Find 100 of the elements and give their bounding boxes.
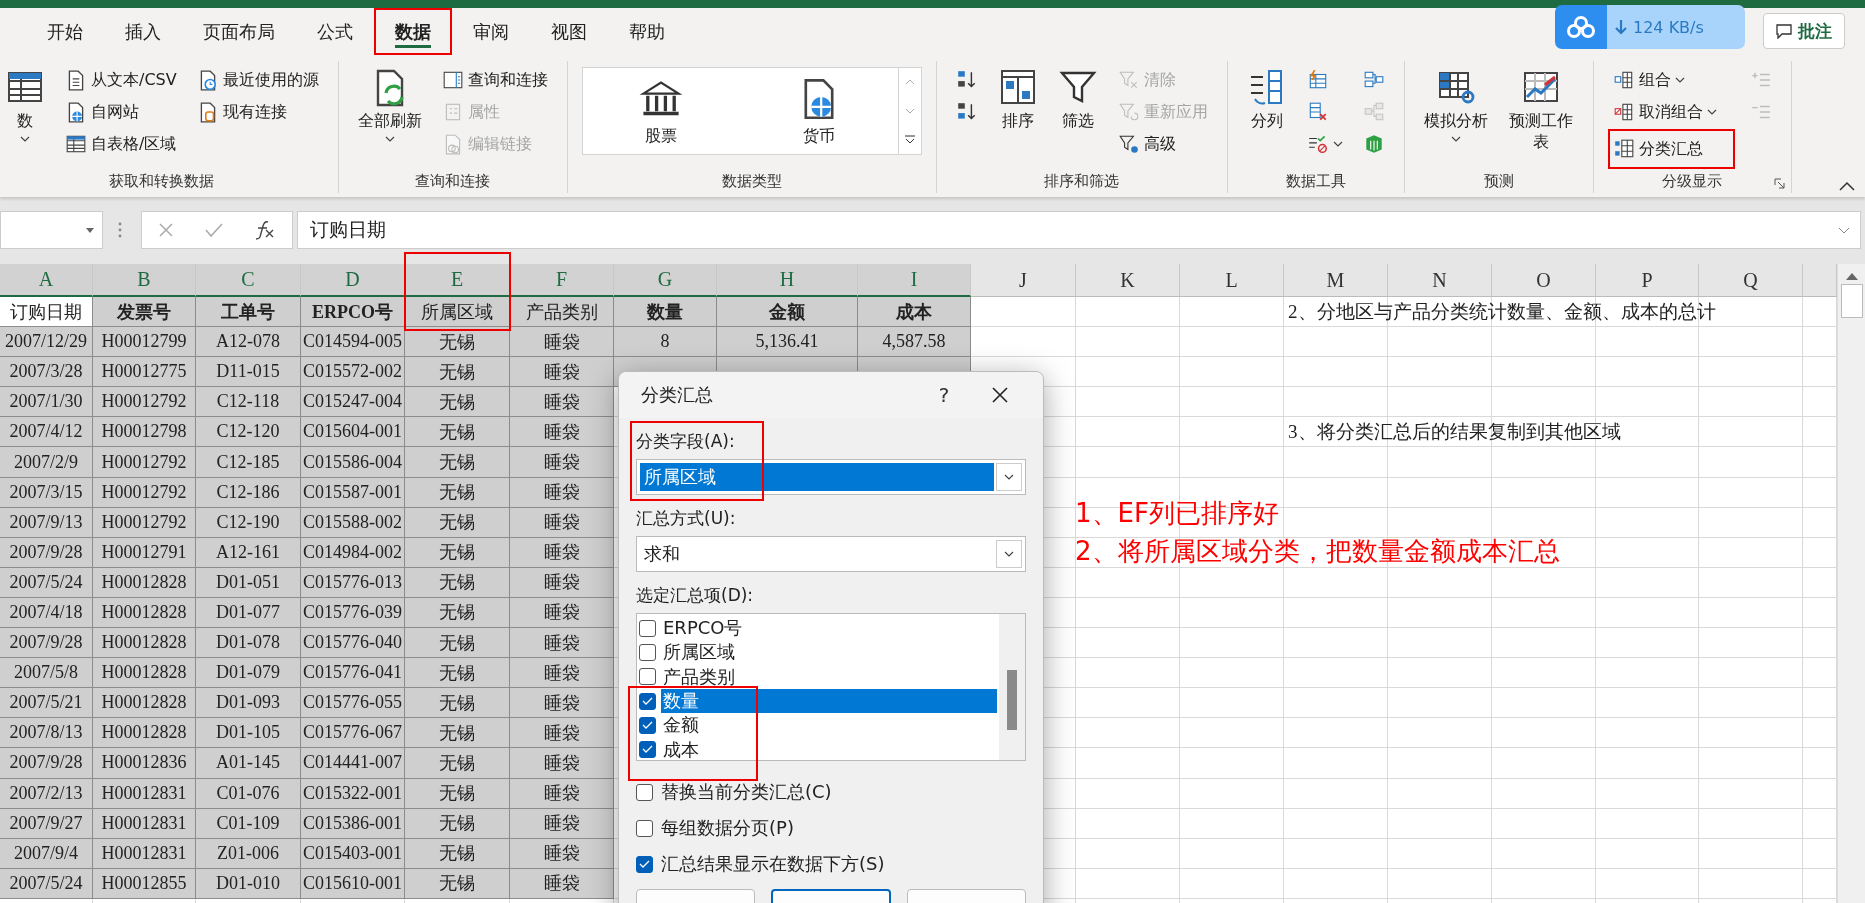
list-item[interactable]: 产品类别 [661,664,997,689]
column-header[interactable]: Q [1699,264,1803,297]
ribbon-button[interactable]: 分列 [1241,61,1292,172]
column-header[interactable]: C [196,264,301,297]
list-scrollbar[interactable] [999,614,1025,760]
table-cell: 睡袋 [510,778,614,809]
cancel-icon[interactable] [157,222,174,238]
checkbox[interactable] [636,783,653,801]
column-header[interactable]: D [301,264,405,297]
column-header[interactable]: P [1596,264,1699,297]
column-header[interactable]: L [1180,264,1284,297]
ribbon-button[interactable]: 自网站 [60,97,182,127]
header-cell: ERPCO号 [301,297,405,328]
ribbon-button[interactable]: 从文本/CSV [60,65,182,95]
check-icon [642,745,653,755]
ribbon-button[interactable]: 自表格/区域 [60,129,182,159]
header-cell: 工单号 [196,297,301,328]
note-text: 2、分地区与产品分类统计数量、金额、成本的总计 [1287,300,1717,325]
ribbon-tab[interactable]: 页面布局 [182,8,296,55]
dialog-launcher-icon[interactable] [1773,178,1785,189]
ribbon-tab[interactable]: 开始 [26,8,104,55]
ribbon-button[interactable]: 模拟分析 [1418,61,1493,172]
table-cell: C12-185 [196,447,301,478]
ribbon-button[interactable]: 预测工作表 [1502,61,1579,172]
column-header[interactable]: O [1492,264,1596,297]
column-header[interactable]: G [614,264,717,297]
option-label[interactable]: 每组数据分页(P) [661,816,794,840]
column-header[interactable]: F [510,264,614,297]
checkbox[interactable] [639,692,656,710]
column-header[interactable]: E [405,264,510,297]
ribbon-tab[interactable]: 帮助 [608,8,686,55]
column-header[interactable]: I [858,264,971,297]
column-header[interactable]: K [1076,264,1180,297]
table-cell: C015776-040 [301,628,405,659]
table-cell: D01-077 [196,597,301,629]
field-dropdown[interactable]: 所属区域 [636,459,1026,495]
ribbon-button[interactable]: 现有连接 [191,97,324,127]
checkbox[interactable] [636,855,653,873]
ribbon-tab[interactable]: 视图 [530,8,608,55]
gallery-scrollbar[interactable] [898,67,922,155]
checkbox[interactable] [639,619,656,637]
table-cell: 4,587.58 [858,327,971,358]
collapse-ribbon-icon[interactable] [1839,181,1855,191]
help-button[interactable]: ? [924,382,964,408]
checkbox[interactable] [636,819,653,837]
checkbox[interactable] [639,668,656,686]
ribbon-tab[interactable]: 审阅 [452,8,530,55]
scrollbar-thumb[interactable] [1007,670,1017,730]
field-label: 汇总方式(U): [636,507,736,530]
column-header[interactable]: J [971,264,1076,297]
ribbon-tab[interactable]: 插入 [104,8,182,55]
checkbox[interactable] [639,716,656,734]
column-header[interactable]: H [717,264,858,297]
list-item[interactable]: ERPCO号 [661,616,997,641]
table-cell: A12-078 [196,327,301,358]
ribbon-button[interactable]: 分类汇总 [1607,129,1735,169]
table-cell: H00012775 [93,357,196,388]
ribbon-button[interactable]: 筛选 [1052,61,1103,172]
header-cell: 产品类别 [510,297,614,328]
function-dropdown[interactable]: 求和 [636,536,1026,572]
ribbon-tab[interactable]: 数据 [374,8,452,55]
table-cell: 睡袋 [510,327,614,358]
ribbon-button[interactable]: 取消组合 [1607,97,1735,127]
table-cell: C014441-007 [301,748,405,779]
checkbox[interactable] [639,741,656,759]
gallery-option[interactable]: 货币 [790,74,847,148]
comment-button[interactable]: 批注 [1763,13,1845,49]
table-cell: C015776-013 [301,567,405,598]
chevron-down-icon [1004,474,1014,480]
ribbon-button[interactable]: 全部刷新 [352,61,427,172]
column-header[interactable]: M [1284,264,1388,297]
group-label: 查询和连接 [414,172,492,192]
table-cell: 2007/4/18 [0,597,93,629]
table-cell: 5,136.41 [717,327,858,358]
column-header[interactable]: N [1388,264,1492,297]
formula-field[interactable]: 订购日期 [297,211,1861,249]
gallery-option[interactable]: 股票 [633,74,690,148]
checkbox[interactable] [639,643,656,661]
ribbon-button[interactable]: 组合 [1607,65,1735,95]
table-cell: 睡袋 [510,838,614,869]
list-item[interactable]: 金额 [661,713,997,738]
check-icon[interactable] [205,222,223,238]
ribbon-button[interactable]: 高级 [1112,129,1213,159]
table-cell: H00012799 [93,327,196,358]
ribbon-button[interactable]: 最近使用的源 [191,65,324,95]
ribbon-button[interactable]: 查询和连接 [436,65,553,95]
ribbon-tab[interactable]: 公式 [296,8,374,55]
vertical-scrollbar[interactable] [1837,264,1865,903]
option-label[interactable]: 替换当前分类汇总(C) [661,780,832,804]
table-cell: 无锡 [405,597,510,629]
header-cell: 所属区域 [405,297,510,328]
list-item[interactable]: 所属区域 [661,640,997,665]
column-header[interactable]: A [0,264,93,297]
ribbon-button[interactable]: 排序 [992,61,1043,172]
ribbon-button[interactable]: 数 [0,61,50,172]
list-item[interactable]: 数量 [661,688,997,714]
scrollbar-thumb[interactable] [1840,284,1863,318]
option-label[interactable]: 汇总结果显示在数据下方(S) [661,852,885,876]
column-header[interactable]: B [93,264,196,297]
list-item[interactable]: 成本 [661,737,997,762]
